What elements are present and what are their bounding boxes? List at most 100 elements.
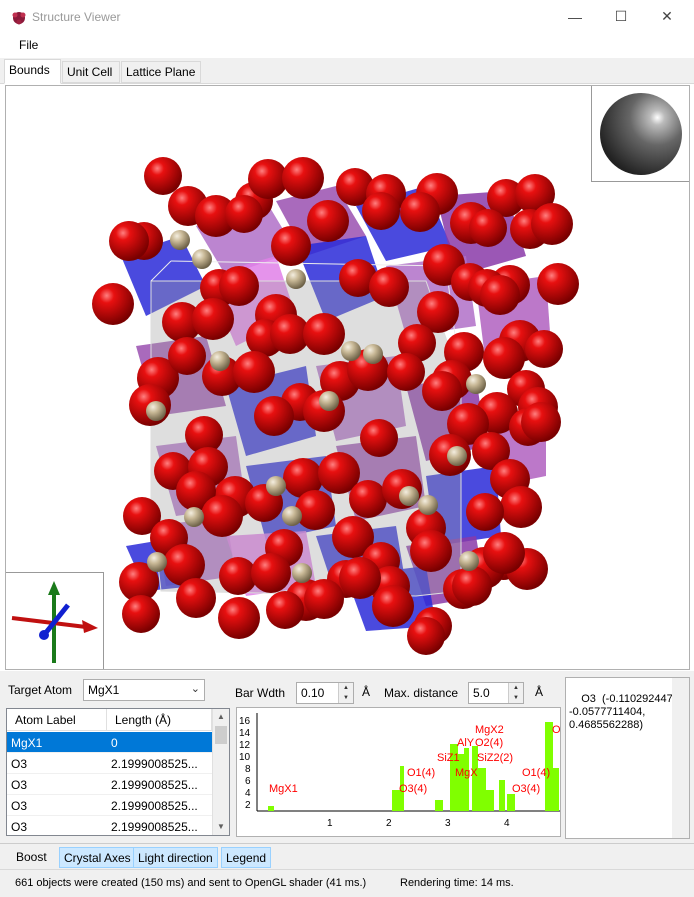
cation-atom[interactable] [319, 391, 339, 411]
spinner-arrows-icon[interactable]: ▲ ▼ [508, 683, 523, 703]
column-atom-label[interactable]: Atom Label [7, 709, 107, 731]
table-row[interactable]: O3 2.1999008525... [7, 774, 212, 795]
oxygen-atom[interactable] [400, 192, 440, 232]
oxygen-atom[interactable] [362, 192, 400, 230]
close-button[interactable]: ✕ [644, 0, 690, 33]
bar-width-spinner[interactable]: 0.10 ▲ ▼ [296, 682, 354, 704]
oxygen-atom[interactable] [271, 226, 311, 266]
tab-unit-cell[interactable]: Unit Cell [62, 61, 120, 83]
target-atom-select[interactable]: MgX1 ⌄ [83, 679, 205, 701]
oxygen-atom[interactable] [339, 557, 381, 599]
cation-atom[interactable] [146, 401, 166, 421]
structure-viewport[interactable] [5, 85, 690, 670]
oxygen-atom[interactable] [387, 353, 425, 391]
cation-atom[interactable] [447, 446, 467, 466]
cation-atom[interactable] [147, 552, 167, 572]
oxygen-atom[interactable] [109, 221, 149, 261]
oxygen-atom[interactable] [531, 203, 573, 245]
oxygen-atom[interactable] [266, 591, 304, 629]
table-row[interactable]: O3 2.1999008525... [7, 753, 212, 774]
table-row[interactable]: O3 2.1999008525... [7, 816, 212, 835]
oxygen-atom[interactable] [144, 157, 182, 195]
table-scrollbar[interactable]: ▲ ▼ [212, 709, 229, 835]
x-tick: 4 [504, 818, 510, 829]
oxygen-atom[interactable] [192, 298, 234, 340]
bond-length-table[interactable]: Atom Label Length (Å) MgX1 0 O3 2.199900… [6, 708, 230, 836]
hist-bar [507, 794, 515, 811]
tab-bounds[interactable]: Bounds [4, 59, 61, 84]
legend-toggle[interactable]: Legend [221, 847, 272, 868]
oxygen-atom[interactable] [480, 275, 520, 315]
oxygen-atom[interactable] [537, 263, 579, 305]
oxygen-atom[interactable] [92, 283, 134, 325]
oxygen-atom[interactable] [349, 480, 387, 518]
oxygen-atom[interactable] [122, 595, 160, 633]
oxygen-atom[interactable] [466, 493, 504, 531]
oxygen-atom[interactable] [483, 532, 525, 574]
oxygen-atom[interactable] [304, 579, 344, 619]
menu-file[interactable]: File [19, 38, 38, 52]
bond-length-histogram[interactable]: 16 14 12 10 8 6 4 2 1 2 3 4 MgX1 O1(4) O… [236, 707, 561, 837]
oxygen-atom[interactable] [248, 159, 288, 199]
column-length[interactable]: Length (Å) [107, 709, 212, 731]
light-direction-widget[interactable] [591, 86, 689, 182]
cation-atom[interactable] [286, 269, 306, 289]
oxygen-atom[interactable] [360, 419, 398, 457]
oxygen-atom[interactable] [521, 402, 561, 442]
oxygen-atom[interactable] [307, 200, 349, 242]
scroll-down-icon[interactable]: ▼ [213, 819, 229, 835]
boost-button[interactable]: Boost [12, 847, 51, 868]
cation-atom[interactable] [459, 551, 479, 571]
oxygen-atom[interactable] [168, 337, 206, 375]
oxygen-atom[interactable] [303, 313, 345, 355]
oxygen-atom[interactable] [254, 396, 294, 436]
scroll-thumb[interactable] [215, 726, 227, 744]
scroll-up-icon[interactable]: ▲ [213, 709, 229, 725]
cation-atom[interactable] [341, 341, 361, 361]
oxygen-atom[interactable] [372, 585, 414, 627]
oxygen-atom[interactable] [282, 157, 324, 199]
cation-atom[interactable] [399, 486, 419, 506]
oxygen-atom[interactable] [469, 209, 507, 247]
cation-atom[interactable] [466, 374, 486, 394]
cation-atom[interactable] [184, 507, 204, 527]
crystal-structure-render[interactable] [6, 86, 690, 670]
oxygen-atom[interactable] [219, 266, 259, 306]
oxygen-atom[interactable] [201, 495, 243, 537]
oxygen-atom[interactable] [295, 490, 335, 530]
oxygen-atom[interactable] [500, 486, 542, 528]
oxygen-atom[interactable] [410, 530, 452, 572]
hist-label: O1(4) [407, 767, 435, 779]
cation-atom[interactable] [418, 495, 438, 515]
cation-atom[interactable] [210, 351, 230, 371]
oxygen-atom[interactable] [452, 566, 492, 606]
cation-atom[interactable] [282, 506, 302, 526]
tab-lattice-plane[interactable]: Lattice Plane [121, 61, 201, 83]
maximize-button[interactable]: ☐ [598, 0, 644, 33]
cation-atom[interactable] [363, 344, 383, 364]
hist-bar [486, 790, 494, 811]
table-row[interactable]: MgX1 0 [7, 732, 212, 753]
oxygen-atom[interactable] [422, 371, 462, 411]
oxygen-atom[interactable] [233, 351, 275, 393]
crystal-axes-widget[interactable] [6, 572, 104, 669]
crystal-axes-toggle[interactable]: Crystal Axes [59, 847, 136, 868]
cation-atom[interactable] [170, 230, 190, 250]
spinner-arrows-icon[interactable]: ▲ ▼ [338, 683, 353, 703]
hist-bar [478, 768, 486, 811]
cation-atom[interactable] [292, 563, 312, 583]
oxygen-atom[interactable] [369, 267, 409, 307]
oxygen-atom[interactable] [176, 578, 216, 618]
oxygen-atom[interactable] [225, 195, 263, 233]
minimize-button[interactable]: — [552, 0, 598, 33]
cation-atom[interactable] [192, 249, 212, 269]
oxygen-atom[interactable] [525, 330, 563, 368]
cation-atom[interactable] [266, 476, 286, 496]
info-scrollbar[interactable] [672, 678, 689, 838]
light-direction-toggle[interactable]: Light direction [133, 847, 218, 868]
oxygen-atom[interactable] [218, 597, 260, 639]
max-distance-spinner[interactable]: 5.0 ▲ ▼ [468, 682, 524, 704]
table-row[interactable]: O3 2.1999008525... [7, 795, 212, 816]
oxygen-atom[interactable] [251, 553, 291, 593]
oxygen-atom[interactable] [407, 617, 445, 655]
